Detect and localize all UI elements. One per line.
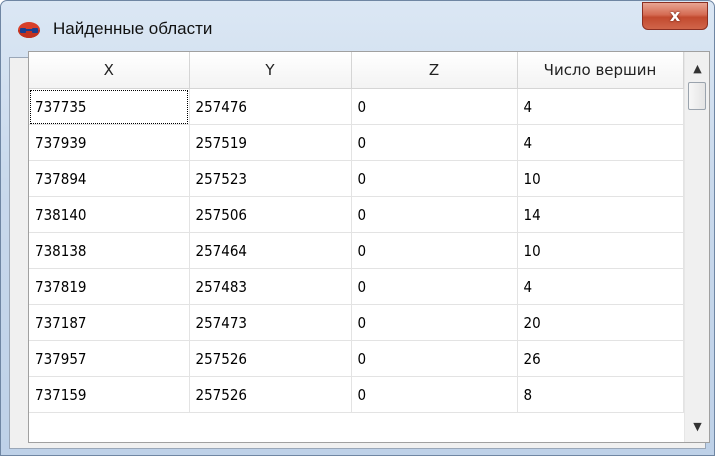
- window-title: Найденные области: [53, 19, 213, 38]
- cell-z[interactable]: 0: [351, 160, 518, 197]
- cell-y[interactable]: 257506: [189, 196, 352, 233]
- cell-z[interactable]: 0: [351, 304, 518, 341]
- table-row[interactable]: 737159 257526 0 8: [29, 376, 684, 413]
- cell-vertex-count[interactable]: 4: [517, 124, 684, 161]
- app-logo-icon: [18, 22, 40, 38]
- table-row[interactable]: 737819 257483 0 4: [29, 268, 684, 305]
- title-bar[interactable]: Найденные области x: [1, 1, 714, 57]
- column-header-vertex-count[interactable]: Число вершин: [517, 52, 684, 89]
- cell-z[interactable]: 0: [351, 196, 518, 233]
- cell-z[interactable]: 0: [351, 124, 518, 161]
- cell-vertex-count[interactable]: 4: [517, 88, 684, 125]
- table-row[interactable]: 737187 257473 0 20: [29, 304, 684, 341]
- cell-z[interactable]: 0: [351, 232, 518, 269]
- table-row[interactable]: 738138 257464 0 10: [29, 232, 684, 269]
- cell-y[interactable]: 257519: [189, 124, 352, 161]
- table-row[interactable]: 737735 257476 0 4: [29, 88, 684, 125]
- table-row[interactable]: 737957 257526 0 26: [29, 340, 684, 377]
- regions-table-grid[interactable]: X Y Z Число вершин 737735 257476 0 4 737…: [28, 51, 710, 443]
- vertical-scrollbar[interactable]: ▲ ▼: [684, 52, 709, 442]
- cell-vertex-count[interactable]: 10: [517, 160, 684, 197]
- cell-x[interactable]: 737187: [29, 304, 190, 341]
- cell-z[interactable]: 0: [351, 268, 518, 305]
- cell-y[interactable]: 257523: [189, 160, 352, 197]
- column-header-y[interactable]: Y: [189, 52, 352, 89]
- cell-vertex-count[interactable]: 26: [517, 340, 684, 377]
- table-row[interactable]: 738140 257506 0 14: [29, 196, 684, 233]
- cell-vertex-count[interactable]: 10: [517, 232, 684, 269]
- cell-vertex-count[interactable]: 4: [517, 268, 684, 305]
- cell-y[interactable]: 257464: [189, 232, 352, 269]
- cell-z[interactable]: 0: [351, 340, 518, 377]
- cell-x[interactable]: 738140: [29, 196, 190, 233]
- cell-x[interactable]: 737939: [29, 124, 190, 161]
- cell-x[interactable]: 737159: [29, 376, 190, 413]
- cell-y[interactable]: 257526: [189, 340, 352, 377]
- cell-y[interactable]: 257526: [189, 376, 352, 413]
- table-header-row: X Y Z Число вершин: [29, 52, 684, 89]
- close-button[interactable]: x: [642, 2, 708, 30]
- cell-vertex-count[interactable]: 20: [517, 304, 684, 341]
- cell-y[interactable]: 257473: [189, 304, 352, 341]
- table-row[interactable]: 737894 257523 0 10: [29, 160, 684, 197]
- cell-x[interactable]: 738138: [29, 232, 190, 269]
- cell-y[interactable]: 257483: [189, 268, 352, 305]
- scroll-down-arrow-icon[interactable]: ▼: [685, 416, 709, 438]
- scrollbar-thumb[interactable]: [688, 82, 706, 110]
- cell-z[interactable]: 0: [351, 88, 518, 125]
- cell-x[interactable]: 737819: [29, 268, 190, 305]
- regions-table: X Y Z Число вершин 737735 257476 0 4 737…: [29, 52, 684, 413]
- cell-vertex-count[interactable]: 8: [517, 376, 684, 413]
- cell-x[interactable]: 737894: [29, 160, 190, 197]
- cell-vertex-count[interactable]: 14: [517, 196, 684, 233]
- column-header-x[interactable]: X: [29, 52, 190, 89]
- scroll-up-arrow-icon[interactable]: ▲: [685, 58, 709, 80]
- dialog-window: Найденные области x X Y Z Число вершин 7…: [0, 0, 715, 456]
- table-row[interactable]: 737939 257519 0 4: [29, 124, 684, 161]
- cell-y[interactable]: 257476: [189, 88, 352, 125]
- column-header-z[interactable]: Z: [351, 52, 518, 89]
- cell-z[interactable]: 0: [351, 376, 518, 413]
- cell-x[interactable]: 737957: [29, 340, 190, 377]
- cell-x[interactable]: 737735: [29, 88, 190, 125]
